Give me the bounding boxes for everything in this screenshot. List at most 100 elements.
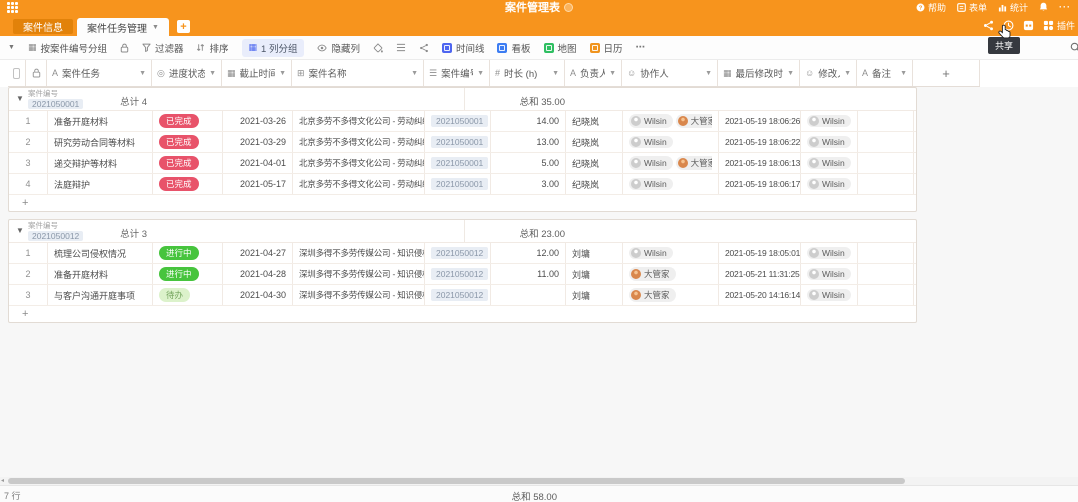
tab-case-info[interactable]: 案件信息 — [13, 19, 73, 34]
cell-deadline[interactable]: 2021-04-01 — [223, 153, 293, 173]
column-header-note[interactable]: A备注▼ — [857, 60, 913, 86]
cell-task[interactable]: 法庭辩护 — [48, 174, 153, 194]
cell-deadline[interactable]: 2021-03-26 — [223, 111, 293, 131]
cell-owner[interactable]: 纪晓岚 — [566, 111, 623, 131]
cell-task[interactable]: 与客户沟通开庭事项 — [48, 285, 153, 305]
column-dropdown-caret[interactable]: ▼ — [900, 70, 907, 77]
column-header-owner[interactable]: A负责人▼ — [565, 60, 622, 86]
fill-color-button[interactable] — [373, 43, 383, 53]
cell-modified-time[interactable]: 2021-05-21 11:31:25 — [719, 264, 801, 284]
cell-collaborators[interactable]: 大管家 — [623, 285, 719, 305]
cell-case-number[interactable]: 2021050012 — [425, 243, 491, 263]
toolbar-more-button[interactable]: ⋯ — [636, 42, 646, 53]
view-button-时间线[interactable]: 时间线 — [442, 41, 485, 55]
add-record-button[interactable]: + — [9, 306, 916, 322]
search-button[interactable] — [1070, 42, 1078, 53]
cell-case-name[interactable]: 深圳多得不多劳传媒公司 - 知识侵权 — [293, 264, 425, 284]
cell-row-number[interactable]: 1 — [9, 243, 48, 263]
cell-modifier[interactable]: Wilsin — [801, 285, 858, 305]
sort-button[interactable]: 排序 — [196, 41, 228, 55]
cell-status[interactable]: 待办 — [153, 285, 223, 305]
cell-case-name[interactable]: 北京多劳不多得文化公司 - 劳动纠纷 — [293, 153, 425, 173]
table-row[interactable]: 2准备开庭材料进行中2021-04-28深圳多得不多劳传媒公司 - 知识侵权20… — [9, 264, 916, 285]
cell-note[interactable] — [858, 264, 914, 284]
cell-task[interactable]: 梳理公司侵权情况 — [48, 243, 153, 263]
table-row[interactable]: 1梳理公司侵权情况进行中2021-04-27深圳多得不多劳传媒公司 - 知识侵权… — [9, 243, 916, 264]
scrollbar-thumb[interactable] — [8, 478, 905, 484]
cell-hours[interactable]: 3.00 — [491, 174, 566, 194]
column-dropdown-caret[interactable]: ▼ — [411, 70, 418, 77]
cell-hours[interactable]: 5.00 — [491, 153, 566, 173]
cell-owner[interactable]: 纪晓岚 — [566, 153, 623, 173]
column-dropdown-caret[interactable]: ▼ — [609, 70, 616, 77]
column-dropdown-caret[interactable]: ▼ — [477, 70, 484, 77]
cell-modifier[interactable]: Wilsin — [801, 111, 858, 131]
cell-modified-time[interactable]: 2021-05-20 14:16:14 — [719, 285, 801, 305]
cell-row-number[interactable]: 2 — [9, 264, 48, 284]
cell-case-number[interactable]: 2021050001 — [425, 132, 491, 152]
form-view-button[interactable]: 表单 — [957, 1, 987, 14]
hide-columns-button[interactable]: 隐藏列 — [317, 41, 360, 55]
add-field-button[interactable]: + — [913, 60, 980, 86]
cell-status[interactable]: 进行中 — [153, 243, 223, 263]
cell-task[interactable]: 研究劳动合同等材料 — [48, 132, 153, 152]
share-view-button[interactable] — [419, 43, 429, 53]
cell-task[interactable]: 准备开庭材料 — [48, 264, 153, 284]
column-dropdown-caret[interactable]: ▼ — [139, 70, 146, 77]
column-dropdown-caret[interactable]: ▼ — [705, 70, 712, 77]
select-all-checkbox[interactable] — [13, 68, 20, 79]
cell-modifier[interactable]: Wilsin — [801, 132, 858, 152]
cell-task[interactable]: 递交辩护等材料 — [48, 153, 153, 173]
table-row[interactable]: 4法庭辩护已完成2021-05-17北京多劳不多得文化公司 - 劳动纠纷2021… — [9, 174, 916, 195]
column-header-case_no[interactable]: ☰案件编号▼ — [424, 60, 490, 86]
cell-row-number[interactable]: 3 — [9, 153, 48, 173]
view-button-看板[interactable]: 看板 — [497, 41, 530, 55]
cell-task[interactable]: 准备开庭材料 — [48, 111, 153, 131]
table-row[interactable]: 3递交辩护等材料已完成2021-04-01北京多劳不多得文化公司 - 劳动纠纷 2… — [9, 153, 916, 174]
cell-case-number[interactable]: 2021050001 — [425, 111, 491, 131]
column-header-collab[interactable]: ☺协作人▼ — [622, 60, 718, 86]
filter-button[interactable]: 过滤器 — [142, 41, 184, 55]
cell-status[interactable]: 进行中 — [153, 264, 223, 284]
column-header-task[interactable]: A案件任务▼ — [47, 60, 152, 86]
cell-deadline[interactable]: 2021-04-30 — [223, 285, 293, 305]
cell-modified-time[interactable]: 2021-05-19 18:06:17 — [719, 174, 801, 194]
cell-status[interactable]: 已完成 — [153, 132, 223, 152]
column-dropdown-caret[interactable]: ▼ — [209, 70, 216, 77]
cell-row-number[interactable]: 3 — [9, 285, 48, 305]
cell-modified-time[interactable]: 2021-05-19 18:06:13 — [719, 153, 801, 173]
cell-hours[interactable]: 14.00 — [491, 111, 566, 131]
cell-owner[interactable]: 纪晓岚 — [566, 174, 623, 194]
cell-select-all[interactable] — [8, 60, 26, 86]
column-header-deadline[interactable]: ▦截止时间▼ — [222, 60, 292, 86]
cell-collaborators[interactable]: 大管家 — [623, 264, 719, 284]
group-collapse-caret[interactable]: ▼ — [16, 227, 24, 235]
cell-collaborators[interactable]: Wilsin大管家 — [623, 153, 719, 173]
cell-case-number[interactable]: 2021050001 — [425, 174, 491, 194]
cell-case-number[interactable]: 2021050012 — [425, 285, 491, 305]
table-row[interactable]: 2研究劳动合同等材料已完成2021-03-29北京多劳不多得文化公司 - 劳动纠… — [9, 132, 916, 153]
cell-modified-time[interactable]: 2021-05-19 18:05:01 — [719, 243, 801, 263]
cell-note[interactable] — [858, 132, 914, 152]
view-button-地图[interactable]: 地图 — [544, 41, 577, 55]
tab-dropdown-caret[interactable]: ▼ — [152, 24, 159, 31]
more-menu-button[interactable]: ··· — [1059, 2, 1071, 12]
cell-collaborators[interactable]: Wilsin大管家 — [623, 111, 719, 131]
help-button[interactable]: ? 帮助 — [916, 1, 946, 14]
column-header-modifier[interactable]: ☺修改人▼ — [800, 60, 857, 86]
cell-modifier[interactable]: Wilsin — [801, 174, 858, 194]
cell-collaborators[interactable]: Wilsin — [623, 243, 719, 263]
cell-hours[interactable] — [491, 285, 566, 305]
cell-status[interactable]: 已完成 — [153, 153, 223, 173]
cell-row-number[interactable]: 1 — [9, 111, 48, 131]
history-button[interactable] — [1003, 20, 1014, 31]
cell-note[interactable] — [858, 153, 914, 173]
cell-owner[interactable]: 纪晓岚 — [566, 132, 623, 152]
column-dropdown-caret[interactable]: ▼ — [552, 70, 559, 77]
cell-collaborators[interactable]: Wilsin — [623, 132, 719, 152]
cell-case-number[interactable]: 2021050012 — [425, 264, 491, 284]
table-row[interactable]: 1准备开庭材料已完成2021-03-26北京多劳不多得文化公司 - 劳动纠纷20… — [9, 111, 916, 132]
cell-owner[interactable]: 刘墉 — [566, 243, 623, 263]
cell-note[interactable] — [858, 174, 914, 194]
column-group-button[interactable]: ▦ 1 列分组 — [242, 39, 305, 57]
